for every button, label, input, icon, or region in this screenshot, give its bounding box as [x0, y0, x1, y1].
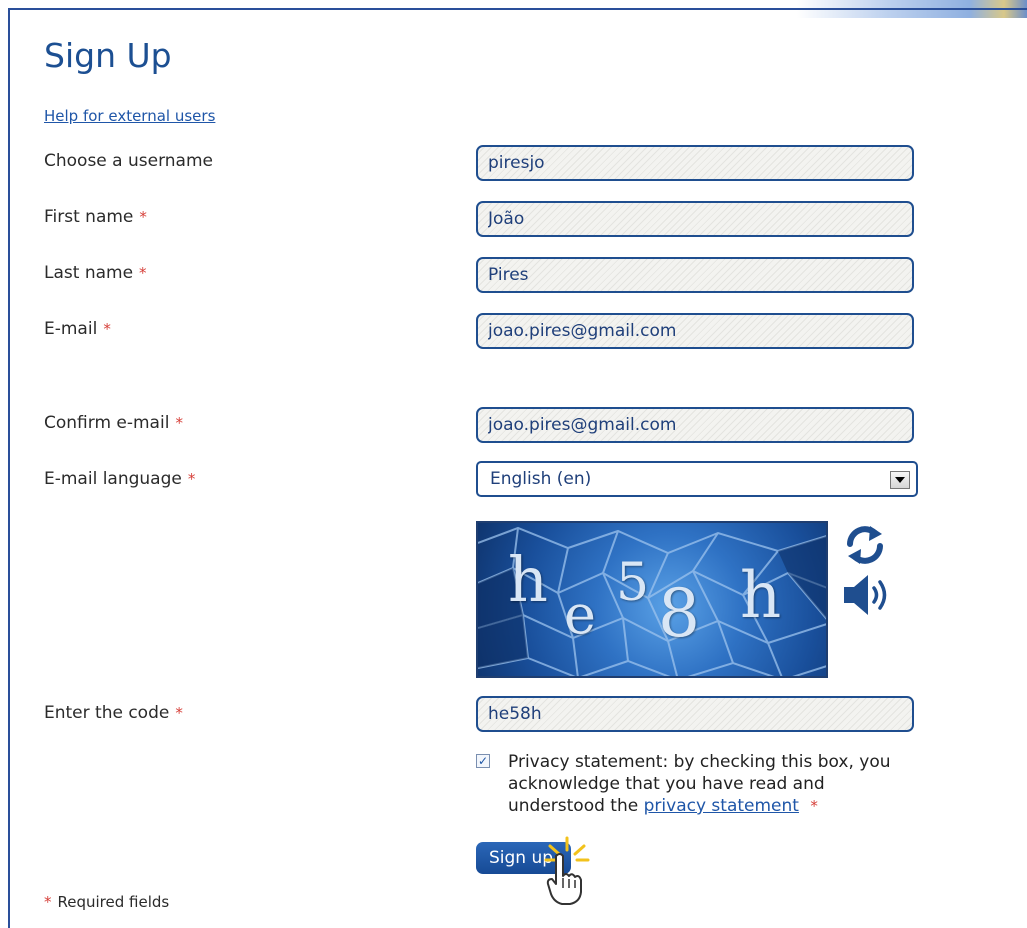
sign-up-button[interactable]: Sign up — [476, 842, 571, 874]
email-label: E-mail * — [44, 319, 111, 339]
confirm-email-field-box — [476, 407, 914, 443]
required-fields-note: * Required fields — [44, 893, 169, 911]
privacy-statement: Privacy statement: by checking this box,… — [508, 751, 918, 817]
page-title: Sign Up — [44, 36, 172, 75]
required-asterisk: * — [139, 208, 147, 226]
privacy-checkbox[interactable] — [476, 754, 490, 768]
required-asterisk: * — [139, 264, 147, 282]
first-name-field-box — [476, 201, 914, 237]
required-asterisk: * — [175, 414, 183, 432]
first-name-input[interactable] — [488, 209, 912, 229]
code-label: Enter the code * — [44, 703, 183, 723]
email-field-box — [476, 313, 914, 349]
username-field-box — [476, 145, 914, 181]
left-border — [8, 10, 10, 928]
username-label: Choose a username — [44, 151, 213, 171]
page-frame: Sign Up Help for external users Choose a… — [0, 0, 1027, 928]
username-input[interactable] — [488, 153, 912, 173]
required-fields-text: Required fields — [57, 893, 170, 911]
code-field-box — [476, 696, 914, 732]
last-name-input[interactable] — [488, 265, 912, 285]
confirm-email-input[interactable] — [488, 415, 912, 435]
last-name-label: Last name * — [44, 263, 147, 283]
email-language-label: E-mail language * — [44, 469, 196, 489]
chevron-down-icon[interactable] — [890, 471, 910, 489]
required-asterisk: * — [187, 470, 196, 488]
top-border — [8, 8, 1027, 10]
refresh-icon[interactable] — [842, 522, 888, 568]
code-input[interactable] — [488, 704, 912, 724]
captcha-image: h e 5 8 h — [476, 521, 828, 678]
captcha-pattern — [478, 526, 826, 676]
privacy-statement-link[interactable]: privacy statement — [644, 796, 799, 816]
confirm-email-label: Confirm e-mail * — [44, 413, 183, 433]
first-name-label: First name * — [44, 207, 147, 227]
email-language-value: English (en) — [490, 469, 592, 489]
help-link[interactable]: Help for external users — [44, 107, 215, 125]
speaker-icon[interactable] — [842, 572, 894, 618]
required-asterisk: * — [44, 893, 52, 911]
required-asterisk: * — [103, 320, 111, 338]
required-asterisk: * — [175, 704, 183, 722]
email-language-select[interactable]: English (en) — [476, 461, 918, 497]
email-input[interactable] — [488, 321, 912, 341]
required-asterisk: * — [810, 797, 818, 815]
last-name-field-box — [476, 257, 914, 293]
